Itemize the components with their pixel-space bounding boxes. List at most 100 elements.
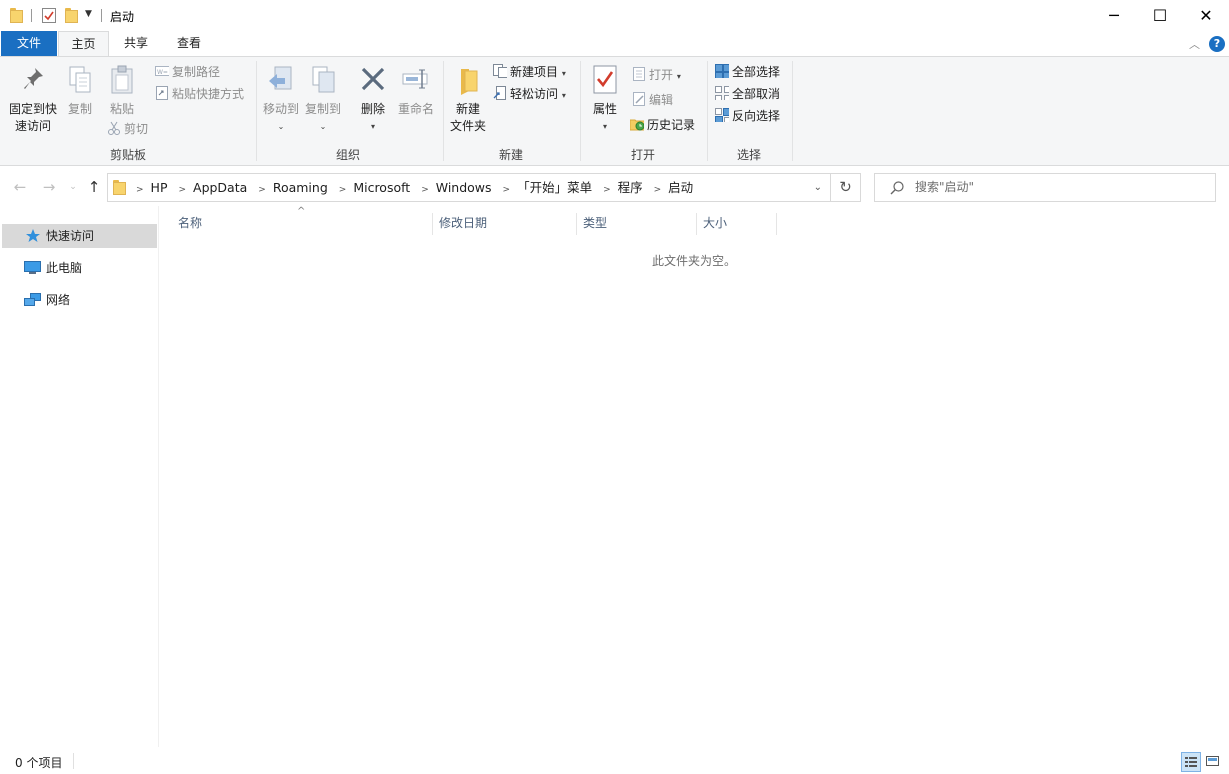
nav-item-network[interactable]: 网络 (2, 288, 157, 312)
pin-icon (24, 68, 43, 89)
select-all-icon (715, 64, 729, 78)
history-button[interactable]: 历史记录 (630, 116, 695, 134)
collapse-ribbon-icon[interactable]: ︿ (1189, 36, 1200, 52)
properties-icon (593, 65, 617, 94)
column-header-type[interactable]: 类型 (577, 213, 697, 235)
new-item-button[interactable]: 新建项目 ▾ (493, 63, 566, 81)
edit-icon (633, 92, 645, 106)
status-separator (73, 753, 74, 769)
column-header-size[interactable]: 大小 (697, 213, 777, 235)
paste-shortcut-button[interactable]: 粘贴快捷方式 (155, 85, 244, 103)
delete-button[interactable]: 删除 ▾ (354, 65, 392, 135)
ribbon-tabs: 文件 主页 共享 查看 ︿ ? (0, 31, 1229, 57)
nav-item-label: 网络 (46, 293, 71, 307)
title-bar: ▼ 启动 ─ ☐ ✕ (0, 0, 1229, 31)
history-icon (630, 119, 644, 131)
tab-file[interactable]: 文件 (1, 31, 57, 56)
breadcrumb-item[interactable]: HP (151, 180, 168, 195)
copy-path-button[interactable]: W= 复制路径 (155, 63, 220, 81)
tab-share[interactable]: 共享 (113, 31, 159, 56)
separator (101, 9, 102, 22)
folder-icon (10, 8, 23, 23)
column-header-name[interactable]: 名称 (172, 213, 433, 235)
new-folder-button[interactable]: 新建 文件夹 (446, 65, 490, 135)
breadcrumb-item[interactable]: 「开始」菜单 (517, 180, 592, 195)
properties-quick-icon[interactable] (42, 8, 56, 23)
search-placeholder: 搜索"启动" (915, 180, 975, 194)
nav-item-quick-access[interactable]: 快速访问 (2, 224, 157, 248)
new-group-label: 新建 (498, 148, 523, 162)
address-history-chevron-icon[interactable]: ⌄ (814, 182, 822, 193)
address-bar[interactable]: > HP > AppData > Roaming > Microsoft > Window… (107, 173, 831, 202)
tab-view[interactable]: 查看 (166, 31, 212, 56)
search-icon (890, 181, 904, 195)
column-header-modified[interactable]: 修改日期 (433, 213, 577, 235)
group-separator (256, 61, 257, 161)
navigation-pane: 快速访问 此电脑 网络 (0, 206, 159, 747)
properties-button[interactable]: 属性 ▾ (585, 65, 625, 135)
copy-button[interactable]: 复制 (62, 65, 98, 118)
new-folder-quick-icon[interactable] (65, 8, 78, 23)
copy-path-icon: W= (155, 66, 169, 76)
scissors-icon (108, 121, 120, 135)
item-count: 0 个项目 (15, 756, 63, 770)
nav-item-label: 快速访问 (46, 229, 95, 243)
organize-group-label: 组织 (335, 148, 360, 162)
easy-access-button[interactable]: 轻松访问 ▾ (493, 85, 566, 103)
details-view-button[interactable] (1181, 752, 1201, 772)
select-group-label: 选择 (736, 148, 761, 162)
rename-button[interactable]: 重命名 (395, 65, 437, 118)
new-item-icon (493, 64, 507, 78)
large-icons-view-icon (1206, 756, 1219, 766)
file-list[interactable]: ^ 名称 修改日期 类型 大小 此文件夹为空。 (160, 206, 1229, 747)
forward-arrow-icon[interactable]: → (40, 178, 58, 196)
tab-home[interactable]: 主页 (58, 31, 109, 57)
breadcrumb-item[interactable]: 程序 (618, 180, 643, 195)
group-separator (707, 61, 708, 161)
cut-button[interactable]: 剪切 (107, 120, 148, 138)
nav-item-this-pc[interactable]: 此电脑 (2, 256, 157, 280)
close-button[interactable]: ✕ (1183, 0, 1229, 31)
paste-icon (111, 65, 133, 94)
open-button[interactable]: 打开 ▾ (632, 66, 681, 84)
empty-folder-message: 此文件夹为空。 (652, 254, 737, 268)
edit-button[interactable]: 编辑 (632, 91, 673, 109)
select-all-button[interactable]: 全部选择 (715, 63, 780, 81)
paste-button[interactable]: 粘贴 (104, 65, 140, 118)
address-row: ← → ⌄ ↑ > HP > AppData > Roaming > Microsoft… (0, 166, 1229, 206)
copy-icon (69, 66, 91, 93)
breadcrumb-item[interactable]: AppData (193, 180, 247, 195)
up-arrow-icon[interactable]: ↑ (85, 178, 103, 196)
refresh-icon[interactable]: ↻ (831, 173, 861, 202)
window-title: 启动 (110, 10, 135, 24)
pin-to-quick-access-button[interactable]: 固定到快 速访问 (4, 65, 62, 135)
star-icon (26, 229, 40, 242)
recent-locations-chevron-icon[interactable]: ⌄ (64, 178, 82, 196)
breadcrumb-item[interactable]: Windows (436, 180, 492, 195)
customize-quick-access-chevron-icon[interactable]: ▼ (85, 9, 92, 19)
back-arrow-icon[interactable]: ← (11, 178, 29, 196)
group-separator (443, 61, 444, 161)
status-bar: 0 个项目 (0, 747, 1229, 774)
group-separator (580, 61, 581, 161)
large-icons-view-button[interactable] (1204, 752, 1224, 772)
folder-icon (113, 180, 126, 195)
copy-to-button[interactable]: 复制到 ⌄ (303, 65, 343, 135)
copy-to-icon (312, 66, 335, 93)
move-to-button[interactable]: 移动到 ⌄ (261, 65, 301, 135)
breadcrumb-item[interactable]: Microsoft (353, 180, 410, 195)
breadcrumb-item[interactable]: 启动 (668, 180, 693, 195)
maximize-button[interactable]: ☐ (1137, 0, 1183, 31)
invert-selection-button[interactable]: 反向选择 (715, 107, 780, 125)
open-group-label: 打开 (630, 148, 655, 162)
breadcrumb: > HP > AppData > Roaming > Microsoft > Window… (136, 180, 694, 195)
minimize-button[interactable]: ─ (1091, 0, 1137, 31)
select-none-icon (715, 86, 729, 100)
separator (31, 9, 32, 22)
select-none-button[interactable]: 全部取消 (715, 85, 780, 103)
help-icon[interactable]: ? (1209, 36, 1225, 52)
svg-text:W=: W= (157, 69, 168, 76)
search-input[interactable]: 搜索"启动" (874, 173, 1216, 202)
breadcrumb-item[interactable]: Roaming (273, 180, 328, 195)
group-separator (792, 61, 793, 161)
